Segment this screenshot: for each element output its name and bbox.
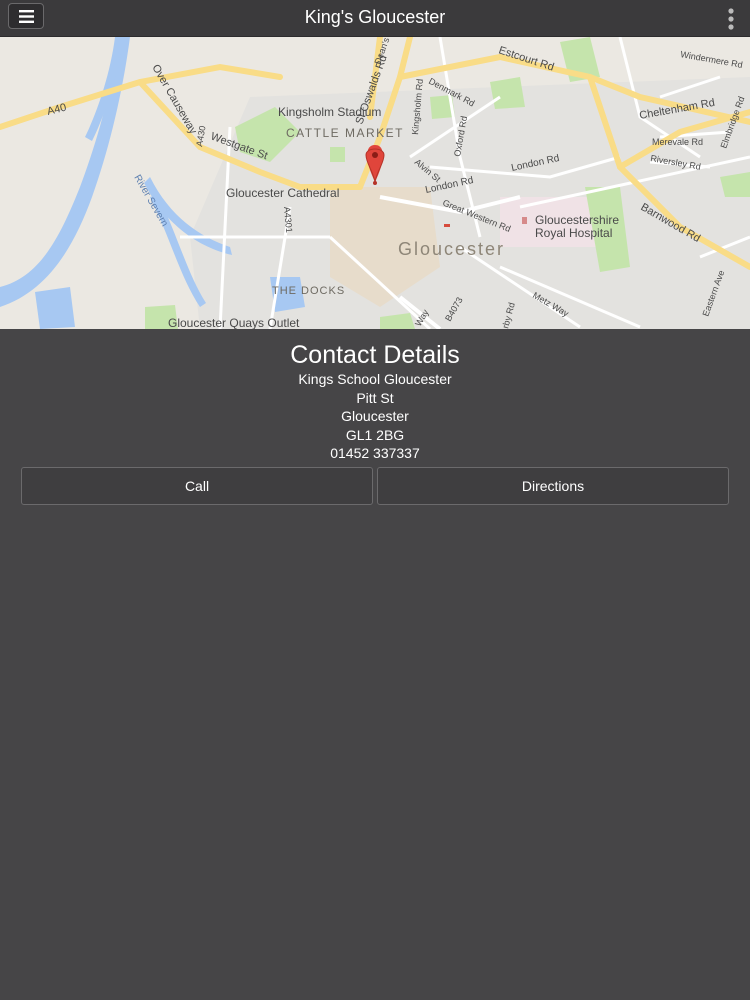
hospital-cross-icon: [444, 224, 450, 227]
map-label-hospital-2: Royal Hospital: [535, 226, 612, 240]
contact-name: Kings School Gloucester: [298, 371, 452, 387]
contact-phone: 01452 337337: [330, 445, 420, 461]
location-map[interactable]: A40 Over Causeway Westgate St St Oswalds…: [0, 37, 750, 329]
action-buttons: Call Directions: [20, 467, 730, 506]
map-label-the-docks: THE DOCKS: [272, 285, 345, 297]
map-label-gloucester: Gloucester: [398, 239, 505, 259]
app-header: King's Gloucester: [0, 0, 750, 37]
map-label-cattle-market: CATTLE MARKET: [286, 126, 404, 140]
call-button[interactable]: Call: [21, 467, 373, 505]
map-label-cathedral: Gloucester Cathedral: [226, 186, 339, 200]
contact-details: Contact Details Kings School Gloucester …: [0, 329, 750, 463]
directions-button[interactable]: Directions: [377, 467, 729, 505]
map-label-quays: Gloucester Quays Outlet: [168, 316, 300, 329]
contact-street: Pitt St: [356, 389, 394, 406]
contact-heading: Contact Details: [290, 341, 460, 369]
map-label-kingsholm-stadium: Kingsholm Stadium: [278, 105, 381, 119]
contact-city: Gloucester: [341, 408, 409, 424]
contact-postcode: GL1 2BG: [345, 426, 405, 443]
map-label-merevale: Merevale Rd: [652, 137, 703, 147]
more-vertical-icon[interactable]: [726, 8, 736, 30]
page-title: King's Gloucester: [304, 7, 446, 27]
hospital-icon: [522, 217, 527, 224]
map-label-hospital-1: Gloucestershire: [535, 213, 619, 227]
